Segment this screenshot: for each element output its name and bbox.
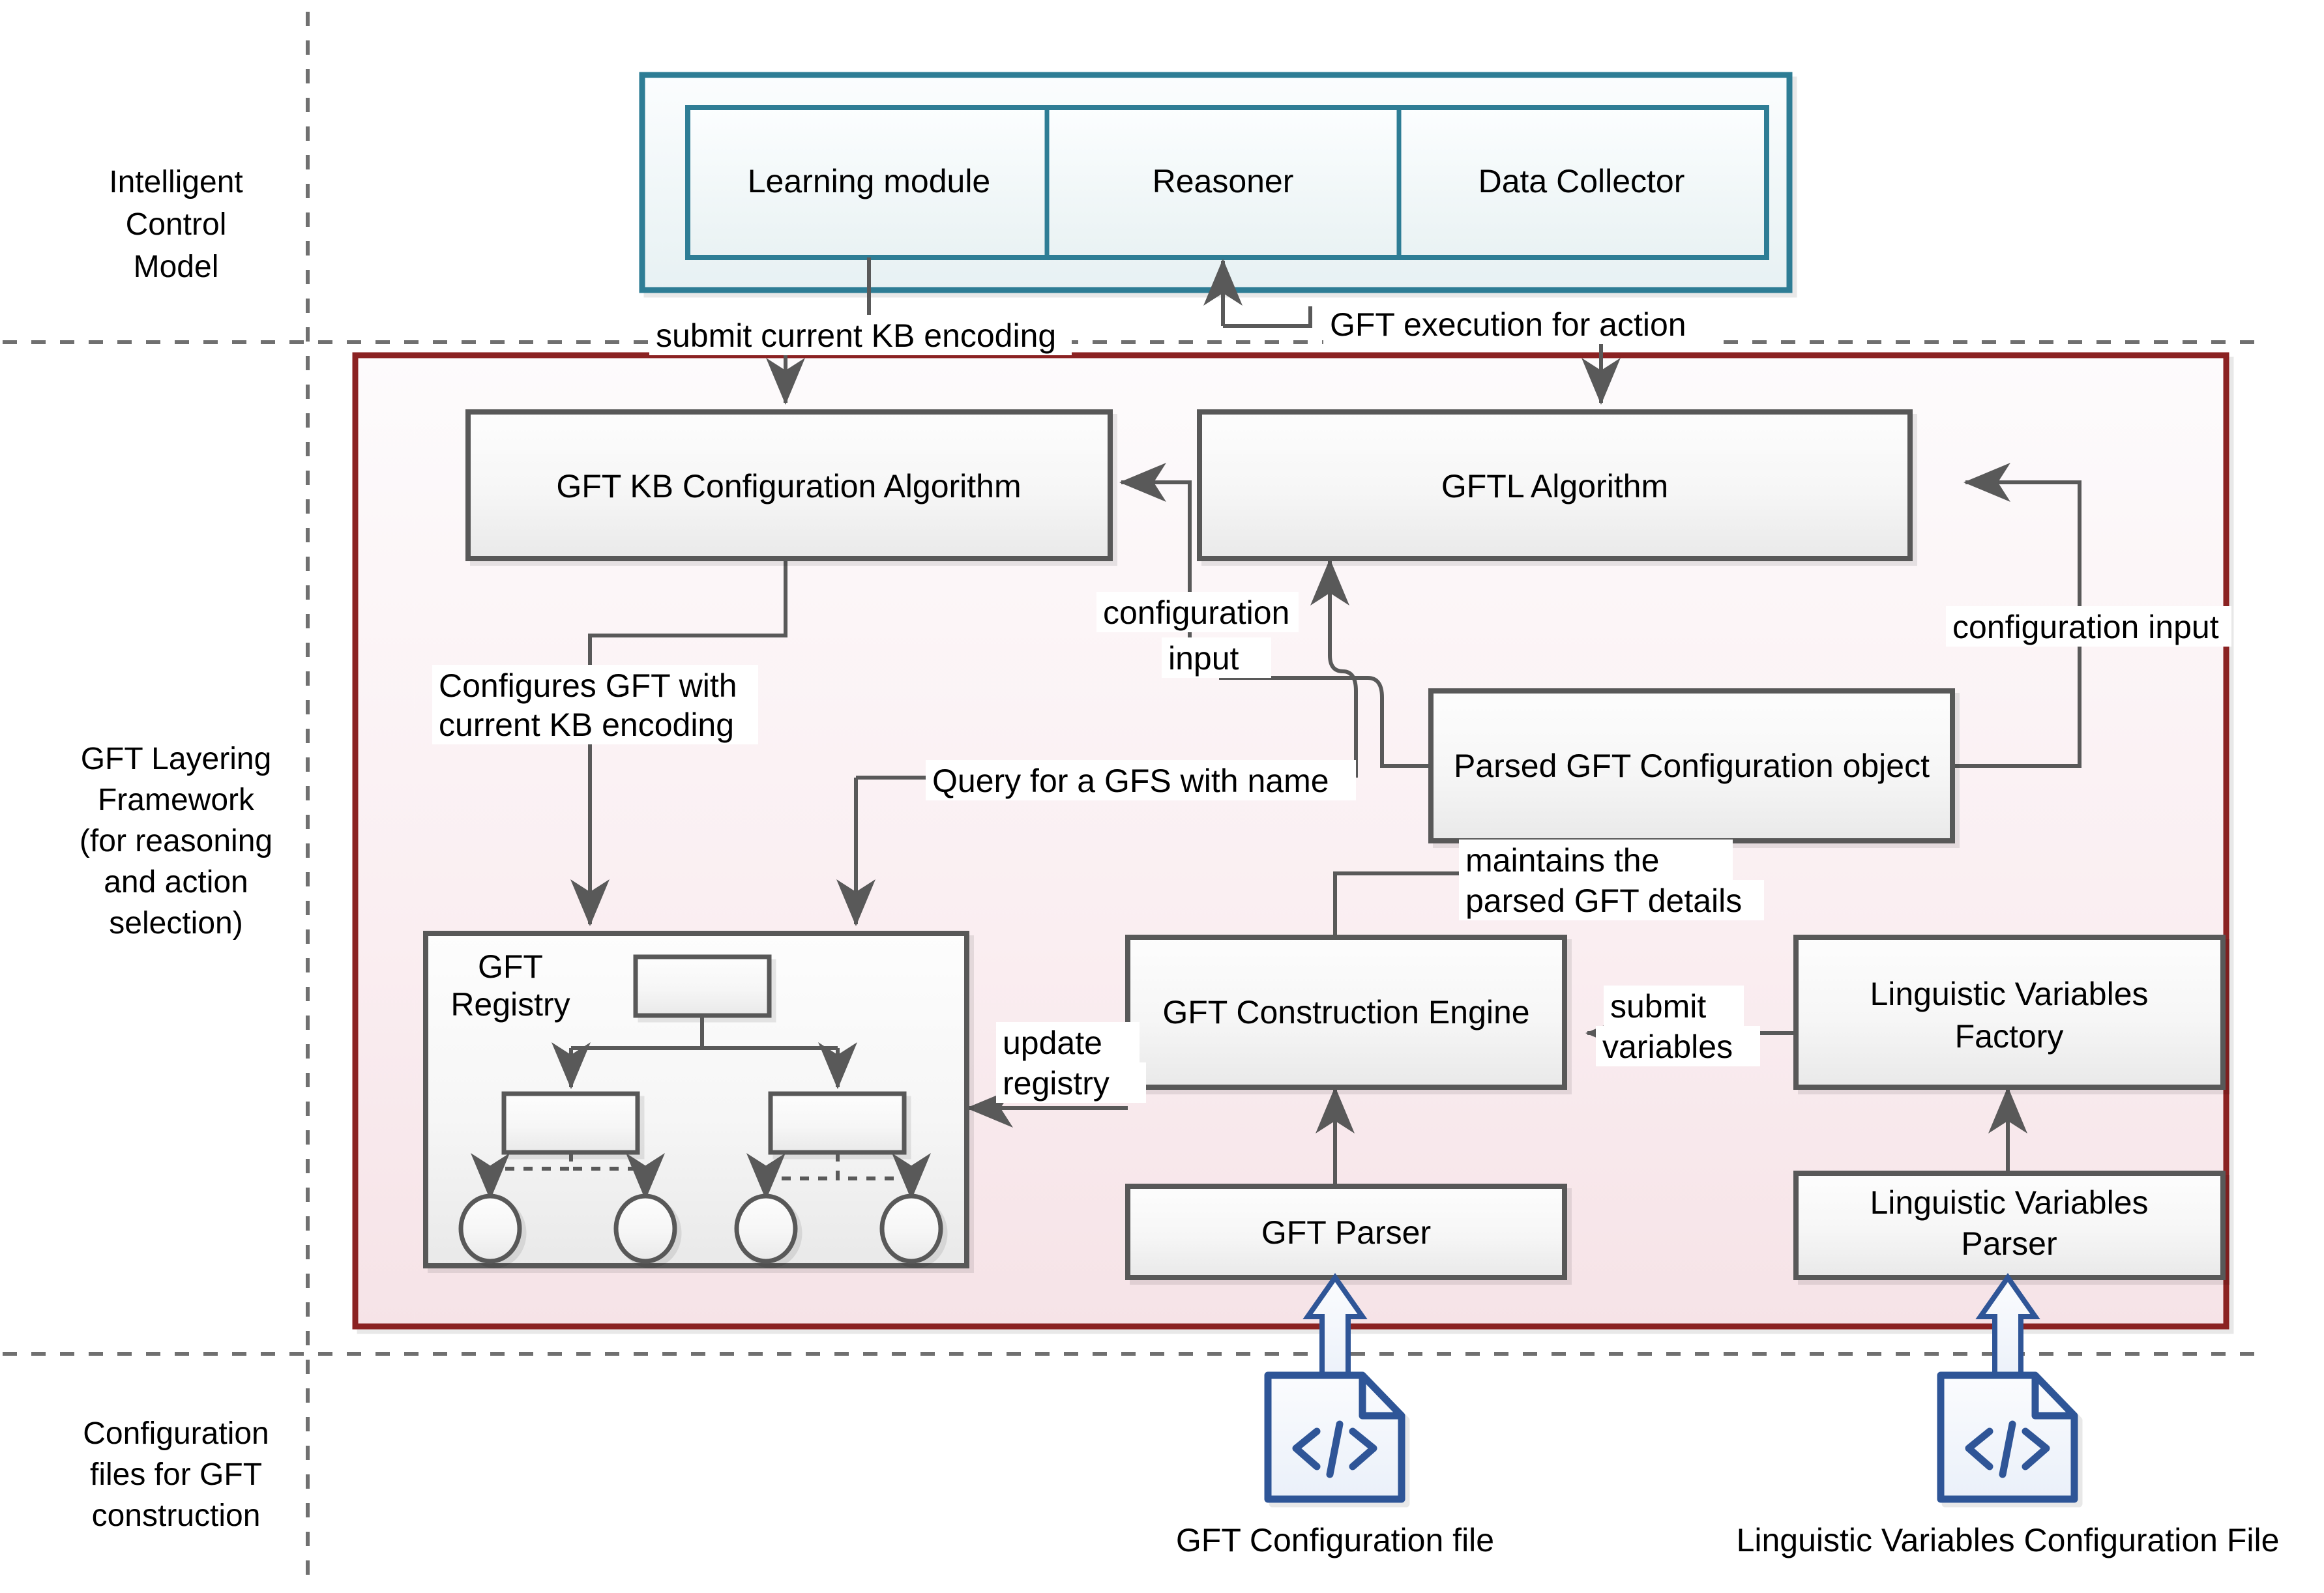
module-label: Reasoner: [1153, 163, 1294, 199]
edge-label-submit-variables: submit variables: [1596, 986, 1760, 1066]
box-label: GFTL Algorithm: [1441, 468, 1668, 504]
lane-label-line: and action: [104, 865, 248, 899]
box-parsed-gft-configuration-object[interactable]: Parsed GFT Configuration object: [1428, 688, 1955, 843]
intelligent-control-model-panel: Learning module Reasoner Data Collector: [639, 72, 1793, 293]
box-gft-registry[interactable]: GFT Registry: [423, 931, 969, 1268]
lane-label-line: Model: [134, 250, 219, 284]
edge-label-text: maintains the: [1465, 842, 1659, 879]
edge-label-text: GFT execution for action: [1330, 306, 1686, 343]
edge-label-submit-current-kb-encoding: submit current KB encoding: [649, 315, 1072, 355]
architecture-diagram: Intelligent Control Model GFT Layering F…: [3, 12, 2280, 1584]
box-gft-construction-engine[interactable]: GFT Construction Engine: [1125, 935, 1567, 1090]
registry-leaf-4[interactable]: [879, 1193, 943, 1264]
edge-label-text: submit: [1610, 988, 1706, 1025]
module-learning-module[interactable]: Learning module: [690, 110, 1047, 255]
box-label: GFT Parser: [1261, 1214, 1431, 1251]
edge-label-text: parsed GFT details: [1465, 883, 1742, 919]
edge-label-text: Configures GFT with: [439, 667, 737, 704]
lane-label-line: Framework: [98, 783, 255, 817]
box-gftl-algorithm[interactable]: GFTL Algorithm: [1197, 409, 1913, 561]
config-file-label: GFT Configuration file: [1176, 1522, 1494, 1558]
lane-label-line: selection): [109, 906, 243, 941]
lane-label-intelligent-control-model: Intelligent Control Model: [109, 165, 243, 284]
lane-label-configuration-files: Configuration files for GFT construction: [83, 1416, 269, 1533]
edge-label-text: current KB encoding: [439, 707, 734, 743]
edge-label-update-registry: update registry: [996, 1022, 1146, 1103]
edge-label-text: Query for a GFS with name: [932, 763, 1329, 799]
box-linguistic-variables-parser[interactable]: Linguistic Variables Parser: [1793, 1171, 2226, 1280]
gft-configuration-file[interactable]: GFT Configuration file: [1176, 1371, 1494, 1558]
box-label: Linguistic Variables: [1870, 976, 2148, 1012]
box-label: GFT: [478, 948, 543, 985]
registry-leaf-2[interactable]: [613, 1193, 677, 1264]
edge-label-text: configuration input: [1952, 609, 2219, 645]
edge-label-gft-execution-for-action: GFT execution for action: [1323, 304, 1718, 344]
box-linguistic-variables-factory[interactable]: Linguistic Variables Factory: [1793, 935, 2226, 1090]
box-label: Linguistic Variables: [1870, 1184, 2148, 1221]
registry-leaf-3[interactable]: [734, 1193, 798, 1264]
edge-label-configuration-input-right: configuration input: [1946, 606, 2231, 647]
module-label: Learning module: [748, 163, 991, 199]
diagram-canvas: Intelligent Control Model GFT Layering F…: [0, 0, 2324, 1593]
lane-label-line: construction: [92, 1498, 261, 1533]
box-gft-kb-configuration-algorithm[interactable]: GFT KB Configuration Algorithm: [465, 409, 1113, 561]
edge-label-text: variables: [1602, 1029, 1733, 1065]
lane-label-line: GFT Layering: [81, 742, 272, 776]
registry-leaf-1[interactable]: [458, 1193, 522, 1264]
lane-label-line: files for GFT: [90, 1457, 262, 1492]
box-label: Parsed GFT Configuration object: [1454, 748, 1930, 784]
lane-label-line: Control: [126, 207, 227, 242]
code-file-icon: [1937, 1371, 2078, 1503]
edge-label-text: submit current KB encoding: [656, 317, 1056, 354]
edge-gft-execution-for-action-lead: [1223, 306, 1312, 328]
module-label: Data Collector: [1478, 163, 1685, 199]
registry-root-node[interactable]: [633, 954, 772, 1018]
module-data-collector[interactable]: Data Collector: [1399, 110, 1764, 255]
edge-label-text: update: [1003, 1025, 1102, 1061]
box-gft-parser[interactable]: GFT Parser: [1125, 1184, 1567, 1280]
edge-label-text: input: [1168, 640, 1239, 677]
box-label: Parser: [1961, 1225, 2057, 1262]
edge-label-text: configuration: [1103, 594, 1289, 631]
lane-label-line: (for reasoning: [80, 824, 272, 858]
config-file-label: Linguistic Variables Configuration File: [1737, 1522, 2280, 1558]
registry-child-node-1[interactable]: [501, 1091, 640, 1155]
edge-label-configures-gft-with-current-kb-encoding: Configures GFT with current KB encoding: [432, 665, 758, 744]
box-label: Registry: [450, 986, 570, 1023]
box-label: GFT KB Configuration Algorithm: [556, 468, 1021, 504]
lane-label-line: Intelligent: [109, 165, 243, 199]
module-reasoner[interactable]: Reasoner: [1047, 110, 1399, 255]
code-file-icon: [1264, 1371, 1405, 1503]
registry-child-node-2[interactable]: [768, 1091, 907, 1155]
edge-label-query-for-a-gfs-with-name: Query for a GFS with name: [926, 760, 1356, 800]
lane-label-line: Configuration: [83, 1416, 269, 1451]
edge-label-text: registry: [1003, 1065, 1110, 1102]
box-label: Factory: [1955, 1018, 2064, 1055]
lane-label-gft-layering-framework: GFT Layering Framework (for reasoning an…: [80, 742, 272, 941]
edge-label-maintains-the-parsed-gft-details: maintains the parsed GFT details: [1459, 840, 1764, 920]
linguistic-variables-configuration-file[interactable]: Linguistic Variables Configuration File: [1737, 1371, 2280, 1558]
box-label: GFT Construction Engine: [1162, 994, 1529, 1030]
